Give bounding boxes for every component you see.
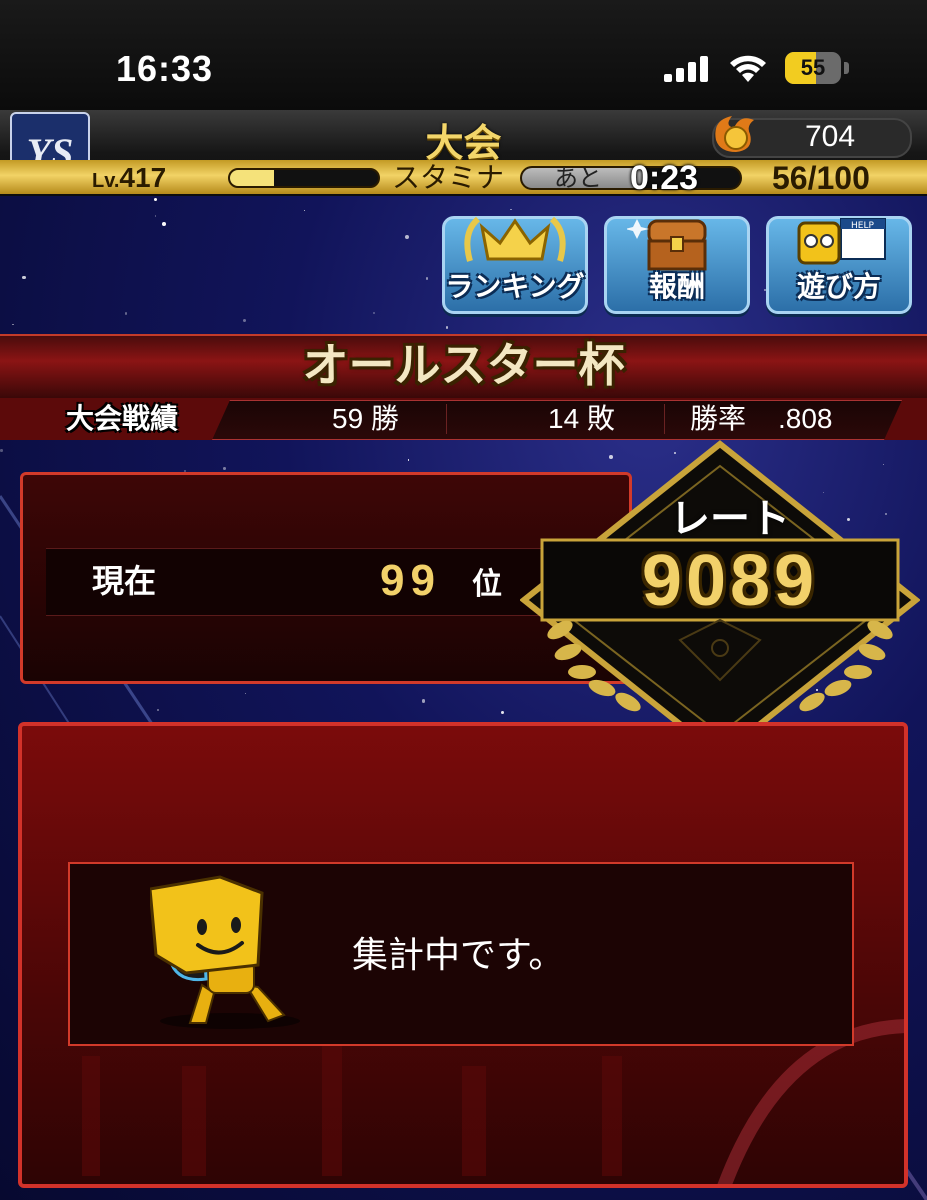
reward-button[interactable]: 報酬 [604,216,750,314]
wifi-icon [730,55,766,82]
level-prefix: Lv. [92,170,120,192]
rate-label: レート [670,496,790,542]
star [446,326,449,329]
star [162,222,166,226]
how-to-play-button[interactable]: HELP 遊び方 [766,216,912,314]
coin-flame-icon [715,116,754,152]
coin-count: 704 [804,120,856,153]
signal-icon [664,56,712,82]
rank-unit: 位 [472,567,502,602]
star [421,698,426,703]
tournament-name: オールスター杯 [302,338,625,392]
star [0,449,3,452]
rate-value: 9089 [641,541,819,621]
status-time: 16:33 [116,48,214,89]
battery-level: 55 [800,55,826,80]
rank-label: 現在 [92,562,157,600]
help-badge: HELP [851,221,874,231]
star [372,312,375,315]
rank-position: 99 [380,556,441,605]
battery-icon: 55 [785,52,841,84]
exp-gauge [228,168,380,188]
player-level: Lv.417 [92,160,166,194]
wins: 59 勝 [332,403,399,434]
battery-tip [844,62,849,74]
ranking-label: ランキング [445,270,585,303]
status-message: 集計中です。 [352,935,565,976]
record-divider [664,404,665,434]
win-rate-label: 勝率 [690,403,747,434]
stamina-timer: 0:23 [630,159,699,197]
losses: 14 敗 [548,403,615,434]
star [156,708,160,711]
star [12,323,14,325]
win-rate: .808 [778,403,833,434]
ranking-button[interactable]: ランキング [442,216,588,314]
star [407,459,409,461]
level-value: 417 [119,162,167,193]
stamina-value: 56/100 [772,160,870,196]
stamina-label: スタミナ [392,161,505,194]
star [425,277,429,280]
stamina-remaining-label: あと [554,164,602,192]
reward-label: 報酬 [648,270,705,303]
how-to-play-label: 遊び方 [796,270,881,303]
record-label: 大会戦績 [66,402,179,435]
record-divider [446,404,447,434]
mascot-icon [150,875,300,1029]
